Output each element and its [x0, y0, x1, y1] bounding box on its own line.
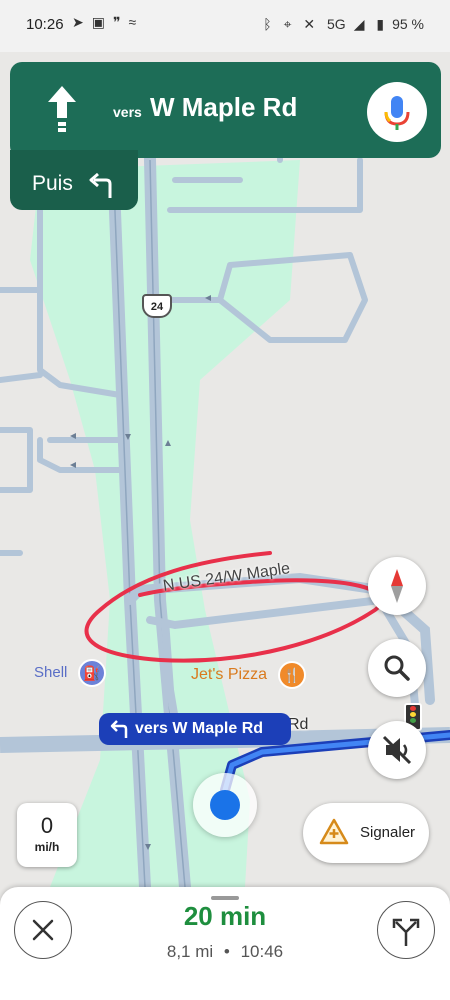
poi-shell-label[interactable]: Shell [34, 664, 67, 681]
poi-jets-pizza-label[interactable]: Jet's Pizza [191, 666, 267, 684]
navigation-icon: ➤ [72, 14, 92, 30]
search-button[interactable] [368, 639, 426, 697]
compass-button[interactable] [368, 557, 426, 615]
route-label-text: vers W Maple Rd [135, 713, 263, 745]
trip-separator: • [223, 942, 230, 961]
5g-signal-icon: 5G [327, 16, 346, 32]
status-time: 10:26 [26, 16, 64, 33]
status-system-icons: ᛒ ⌖ ✕ 5G ◢ ▮ 95 % [255, 16, 424, 33]
drag-handle[interactable] [211, 896, 239, 900]
status-bar: 10:26 ➤▣❞≈ ᛒ ⌖ ✕ 5G ◢ ▮ 95 % [0, 0, 450, 52]
compass-icon [391, 569, 403, 603]
quote-icon: ❞ [112, 14, 129, 30]
speed-value: 0 [40, 813, 54, 838]
fuel-icon[interactable]: ⛽ [78, 659, 106, 687]
voice-search-button[interactable] [367, 82, 427, 142]
alternate-routes-button[interactable] [377, 901, 435, 959]
status-notification-icons: ➤▣❞≈ [72, 14, 144, 31]
app-notification-icon: ▣ [91, 14, 113, 30]
mute-button[interactable] [368, 721, 426, 779]
battery-percent: 95 % [392, 16, 424, 32]
speedometer: 0 mi/h [17, 803, 77, 867]
location-icon: ⌖ [283, 16, 292, 32]
highway-shield: 24 [142, 294, 172, 318]
search-icon [384, 655, 410, 681]
current-location-marker [193, 773, 257, 837]
report-label: Signaler [360, 824, 416, 841]
vibrate-off-icon: ✕ [303, 16, 316, 32]
nav-street-name: W Maple Rd [150, 92, 298, 122]
signal-bars-icon: ◢ [353, 16, 365, 32]
route-turn-label: vers W Maple Rd [99, 713, 291, 745]
turn-left-icon [89, 172, 112, 198]
sound-off-icon [382, 735, 412, 765]
road-label-partial: Rd [288, 716, 309, 733]
maps-icon: ≈ [128, 14, 145, 30]
route-label-prefix: vers [135, 720, 168, 737]
restaurant-icon[interactable]: 🍴 [278, 661, 306, 689]
nav-prefix: vers [113, 104, 142, 120]
route-label-street: W Maple Rd [172, 720, 264, 737]
route-fork-icon [392, 918, 420, 946]
report-button[interactable]: Signaler [303, 803, 429, 863]
trip-summary-panel[interactable]: 20 min 8,1 mi • 10:46 [0, 887, 450, 1000]
then-label: Puis [32, 172, 73, 195]
trip-distance: 8,1 mi [166, 942, 214, 961]
battery-icon: ▮ [376, 16, 385, 32]
turn-left-icon [110, 720, 128, 738]
speed-unit: mi/h [34, 840, 60, 854]
microphone-icon [384, 96, 410, 130]
bluetooth-icon: ᛒ [263, 16, 272, 32]
report-incident-icon [319, 818, 349, 845]
location-dot [210, 790, 240, 820]
straight-arrow-icon [48, 86, 76, 132]
then-turn-indicator: Puis [10, 150, 138, 210]
trip-arrival-time: 10:46 [240, 942, 284, 961]
navigation-banner[interactable]: vers W Maple Rd [10, 62, 441, 158]
